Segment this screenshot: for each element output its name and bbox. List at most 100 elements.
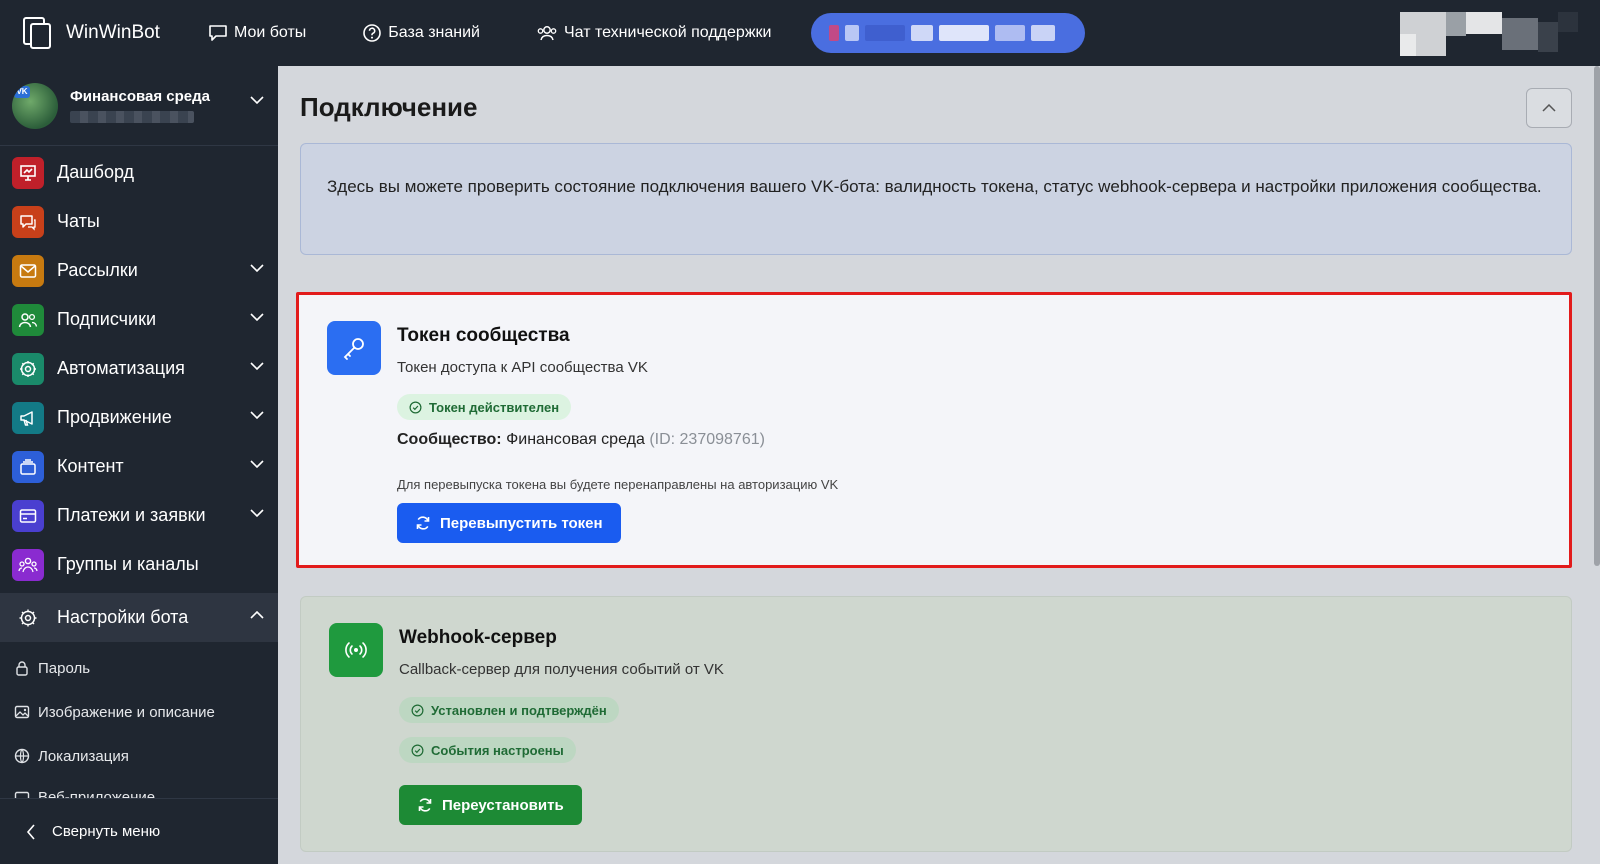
scrollbar[interactable] xyxy=(1594,66,1600,566)
users-icon xyxy=(537,26,557,41)
image-icon xyxy=(14,705,30,719)
collapse-menu-label: Свернуть меню xyxy=(52,823,161,840)
mail-icon xyxy=(12,254,44,287)
sidebar-item-label: Дашборд xyxy=(57,162,135,182)
sidebar-item-label: Рассылки xyxy=(57,260,138,280)
nav-support-chat[interactable]: Чат технической поддержки xyxy=(536,24,771,42)
groups-icon xyxy=(12,548,44,581)
chevron-up-icon xyxy=(1542,104,1556,112)
sidebar-subitem-localization[interactable]: Локализация xyxy=(0,734,278,778)
nav-label: Мои боты xyxy=(233,24,307,41)
lock-icon xyxy=(16,661,28,676)
org-name: Финансовая среда xyxy=(70,88,210,105)
token-card: Токен сообщества Токен доступа к API соо… xyxy=(296,292,1572,568)
sidebar-item-label: Контент xyxy=(57,456,124,476)
avatar: VK xyxy=(12,82,58,129)
help-circle-icon xyxy=(363,24,382,42)
top-bar: WinWinBot Мои боты База знаний Чат техни… xyxy=(0,0,1600,66)
refresh-icon xyxy=(418,798,432,812)
check-circle-icon xyxy=(411,744,424,756)
chats-icon xyxy=(12,205,44,238)
chevron-left-icon xyxy=(26,823,35,840)
collapse-menu-button[interactable]: Свернуть меню xyxy=(0,798,278,864)
webhook-card: Webhook-сервер Callback-сервер для получ… xyxy=(300,596,1572,852)
sidebar-item-automation[interactable]: Автоматизация xyxy=(0,344,278,393)
reinstall-button[interactable]: Переустановить xyxy=(399,785,582,825)
megaphone-icon xyxy=(12,401,44,434)
sidebar-item-label: Автоматизация xyxy=(57,358,185,378)
automation-icon xyxy=(12,352,44,385)
status-badge-label: Установлен и подтверждён xyxy=(431,702,607,718)
nav-label: База знаний xyxy=(388,24,480,41)
status-badge: Установлен и подтверждён xyxy=(399,697,619,723)
community-name: Финансовая среда xyxy=(506,431,645,448)
sidebar-item-subscribers[interactable]: Подписчики xyxy=(0,295,278,344)
chevron-down-icon xyxy=(250,96,264,104)
nav-my-bots[interactable]: Мои боты xyxy=(208,24,306,42)
main-content: Подключение Здесь вы можете проверить со… xyxy=(278,66,1600,864)
collapse-section-button[interactable] xyxy=(1526,88,1572,128)
redacted-pill[interactable] xyxy=(811,13,1086,53)
webhook-card-subtitle: Callback-сервер для получения событий от… xyxy=(399,661,724,678)
globe-icon xyxy=(14,748,30,764)
nav-label: Чат технической поддержки xyxy=(563,24,772,41)
user-avatar-redacted[interactable] xyxy=(1400,0,1600,66)
token-card-title: Токен сообщества xyxy=(397,325,570,346)
sidebar-subitem-image[interactable]: Изображение и описание xyxy=(0,690,278,734)
nav-knowledge-base[interactable]: База знаний xyxy=(362,23,480,43)
chevron-down-icon xyxy=(250,411,264,419)
vk-icon: VK xyxy=(14,85,30,98)
brand[interactable]: WinWinBot xyxy=(22,16,160,50)
status-badge-label: Токен действителен xyxy=(429,399,560,415)
sidebar-subitem-password[interactable]: Пароль xyxy=(0,646,278,690)
chevron-down-icon xyxy=(250,264,264,272)
sidebar-item-groups[interactable]: Группы и каналы xyxy=(0,540,278,589)
subscribers-icon xyxy=(12,303,44,336)
check-circle-icon xyxy=(411,704,424,716)
check-circle-icon xyxy=(409,401,422,413)
chevron-up-icon xyxy=(250,611,264,619)
refresh-icon xyxy=(416,516,430,530)
key-icon xyxy=(327,321,381,375)
logo-icon xyxy=(23,17,51,49)
status-badge: Токен действителен xyxy=(397,394,572,420)
sidebar-item-label: Чаты xyxy=(57,211,100,231)
sidebar-item-chats[interactable]: Чаты xyxy=(0,197,278,246)
status-badge: События настроены xyxy=(399,737,576,763)
sidebar-item-label: Подписчики xyxy=(57,309,157,329)
sidebar-item-promotion[interactable]: Продвижение xyxy=(0,393,278,442)
reissue-note: Для перевыпуска токена вы будете перенап… xyxy=(397,477,839,492)
chevron-down-icon xyxy=(250,313,264,321)
sidebar-subitem-label: Изображение и описание xyxy=(38,703,215,721)
community-id: (ID: 237098761) xyxy=(649,431,765,448)
sidebar-item-bot-settings[interactable]: Настройки бота xyxy=(0,593,278,642)
community-info: Сообщество: Финансовая среда (ID: 237098… xyxy=(397,431,765,449)
chevron-down-icon xyxy=(250,362,264,370)
info-banner: Здесь вы можете проверить состояние подк… xyxy=(300,143,1572,255)
sidebar-item-mailings[interactable]: Рассылки xyxy=(0,246,278,295)
sidebar-item-label: Настройки бота xyxy=(57,607,189,627)
card-icon xyxy=(12,499,44,532)
sidebar-item-label: Группы и каналы xyxy=(57,554,199,574)
reissue-token-label: Перевыпустить токен xyxy=(440,514,603,532)
token-card-subtitle: Токен доступа к API сообщества VK xyxy=(397,359,648,376)
status-badge-label: События настроены xyxy=(431,742,564,758)
gear-icon xyxy=(12,602,44,634)
reinstall-label: Переустановить xyxy=(442,796,564,814)
sidebar-item-label: Платежи и заявки xyxy=(57,505,206,525)
sidebar-item-dashboard[interactable]: Дашборд xyxy=(0,148,278,197)
sidebar-item-content[interactable]: Контент xyxy=(0,442,278,491)
org-switcher[interactable]: VK Финансовая среда xyxy=(0,66,278,146)
brand-name: WinWinBot xyxy=(66,22,160,43)
sidebar-item-payments[interactable]: Платежи и заявки xyxy=(0,491,278,540)
chevron-down-icon xyxy=(250,509,264,517)
reissue-token-button[interactable]: Перевыпустить токен xyxy=(397,503,621,543)
dashboard-icon xyxy=(12,156,44,189)
sidebar: VK Финансовая среда Дашборд Чаты Рассылк… xyxy=(0,66,278,864)
sidebar-subitem-label: Пароль xyxy=(38,659,91,677)
org-subtitle-redacted xyxy=(70,111,194,123)
sidebar-item-label: Продвижение xyxy=(57,407,172,427)
chevron-down-icon xyxy=(250,460,264,468)
broadcast-icon xyxy=(329,623,383,677)
content-icon xyxy=(12,450,44,483)
